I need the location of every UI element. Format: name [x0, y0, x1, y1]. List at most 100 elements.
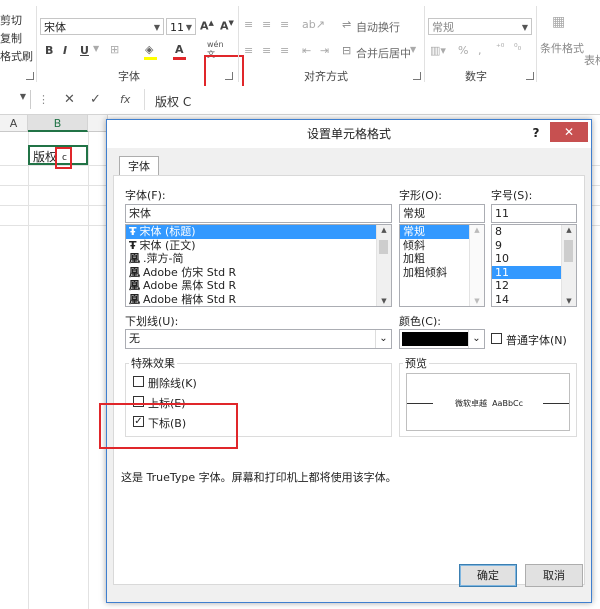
cancel-icon[interactable]: ✕ [64, 92, 75, 107]
cancel-button[interactable]: 取消 [525, 564, 583, 587]
copy-button[interactable]: 复制 [0, 30, 22, 46]
font-label: 字体(F): [125, 189, 166, 202]
font-size-list-scrollbar[interactable]: ▲ ▼ [561, 225, 576, 306]
format-as-table-button[interactable]: 表格 [584, 52, 600, 68]
increase-font-icon[interactable]: A▲ [200, 19, 214, 33]
color-picker[interactable]: ⌄ [399, 329, 485, 349]
close-button[interactable]: ✕ [550, 122, 588, 142]
font-style-list-scrollbar[interactable]: ▲ ▼ [469, 225, 484, 306]
tab-font[interactable]: 字体 [119, 156, 159, 176]
align-left-icon[interactable]: ≡ [244, 44, 253, 57]
ok-button[interactable]: 确定 [459, 564, 517, 587]
column-header-c[interactable] [88, 115, 108, 132]
clipboard-launcher-icon[interactable] [26, 72, 34, 80]
preview-text: 微软卓越 AaBbCc [455, 399, 524, 408]
italic-button[interactable]: I [63, 44, 67, 57]
merge-icon[interactable]: ⊟ [342, 44, 351, 57]
wrap-text-button[interactable]: 自动换行 [356, 19, 400, 35]
font-list[interactable]: Ŧ 宋体 (标题) Ŧ 宋体 (正文) 凰 .萍方-简凰 Adobe 仿宋 Std R 凰 Ad… [125, 224, 392, 307]
format-painter-button[interactable]: 格式刷 [0, 48, 33, 64]
dialog-title-text: 设置单元格格式 [306, 127, 391, 141]
cut-button[interactable]: 剪切 [0, 12, 22, 28]
strikethrough-checkbox[interactable] [133, 376, 144, 387]
column-header-b[interactable]: B [28, 115, 88, 132]
chevron-down-icon[interactable]: ▼ [410, 45, 416, 54]
normal-font-checkbox[interactable] [491, 333, 502, 344]
number-launcher-icon[interactable] [526, 72, 534, 80]
font-name-combo[interactable]: 宋体 ▼ [40, 18, 164, 35]
number-format-value: 常规 [432, 21, 454, 34]
grid-line [28, 132, 29, 609]
font-style-list[interactable]: 常规 倾斜 加粗 加粗倾斜 ▲ ▼ [399, 224, 485, 307]
underline-button[interactable]: U [80, 44, 89, 57]
scroll-down-icon[interactable]: ▼ [562, 297, 576, 305]
insert-function-button[interactable]: fx [120, 93, 130, 106]
list-item[interactable]: 凰 .萍方-简 [126, 252, 391, 266]
list-item[interactable]: 凰 Adobe 黑体 Std R [126, 279, 391, 293]
font-type-icon: Ŧ [129, 238, 137, 252]
scroll-down-icon[interactable]: ▼ [377, 297, 391, 305]
align-center-icon[interactable]: ≡ [262, 44, 271, 57]
underline-select[interactable]: 无 ⌄ [125, 329, 392, 349]
scroll-up-icon[interactable]: ▲ [377, 226, 391, 234]
list-item[interactable]: 凰 Adobe 仿宋 Std R [126, 266, 391, 280]
decrease-decimal-icon[interactable]: ⁰₀ [514, 43, 521, 53]
color-swatch [402, 332, 468, 346]
column-header-a[interactable]: A [0, 115, 28, 132]
align-middle-icon[interactable]: ≡ [262, 18, 271, 31]
list-item[interactable]: 凰 Adobe 楷体 Std R [126, 293, 391, 307]
formula-input[interactable]: 版权 C [155, 93, 191, 110]
font-size-list[interactable]: 8 9 10 11 12 14 ▲ ▼ [491, 224, 577, 307]
font-name-value: 宋体 [44, 21, 66, 34]
font-list-scrollbar[interactable]: ▲ ▼ [376, 225, 391, 306]
conditional-format-icon[interactable]: ▦ [552, 14, 565, 30]
list-item[interactable]: Ŧ 宋体 (正文) [126, 239, 391, 253]
number-format-combo[interactable]: 常规 ▼ [428, 18, 532, 35]
font-color-icon[interactable]: A [175, 43, 184, 56]
decrease-indent-icon[interactable]: ⇤ [302, 44, 311, 57]
orientation-icon[interactable]: ab↗ [302, 18, 325, 31]
border-icon[interactable]: ⊞ [110, 43, 119, 56]
cell-text: 版权 [33, 150, 58, 164]
more-icon: ⋮ [38, 93, 49, 106]
scroll-thumb[interactable] [564, 240, 573, 262]
comma-button[interactable]: , [478, 44, 482, 57]
font-type-icon: Ŧ [129, 225, 137, 238]
align-bottom-icon[interactable]: ≡ [280, 18, 289, 31]
list-item-label: 14 [495, 292, 509, 306]
scroll-up-icon[interactable]: ▲ [562, 226, 576, 234]
decrease-font-icon[interactable]: A▼ [220, 19, 234, 33]
align-launcher-icon[interactable] [413, 72, 421, 80]
list-item[interactable]: Ŧ 宋体 (标题) [126, 225, 391, 239]
align-right-icon[interactable]: ≡ [280, 44, 289, 57]
preview-box: 微软卓越 AaBbCc [406, 373, 570, 431]
fill-color-icon[interactable]: ◈ [145, 43, 153, 56]
bold-button[interactable]: B [45, 44, 53, 57]
help-button[interactable]: ? [525, 123, 547, 143]
scroll-up-icon[interactable]: ▲ [470, 226, 484, 234]
list-item-label: 11 [495, 265, 509, 279]
conditional-format-button[interactable]: 条件格式 [540, 40, 584, 56]
font-group-label: 字体 [118, 70, 140, 83]
font-size-input[interactable]: 11 [491, 204, 577, 223]
list-item-label: 宋体 (标题) [139, 225, 196, 238]
group-separator [238, 6, 239, 82]
align-top-icon[interactable]: ≡ [244, 18, 253, 31]
font-size-combo[interactable]: 11 ▼ [166, 18, 196, 35]
chevron-down-icon[interactable]: ▼ [93, 44, 99, 53]
increase-decimal-icon[interactable]: ⁺⁰ [496, 43, 504, 53]
strikethrough-label: 删除线(K) [148, 377, 197, 390]
currency-icon[interactable]: ▥▾ [430, 44, 446, 57]
font-style-input[interactable]: 常规 [399, 204, 485, 223]
font-input[interactable]: 宋体 [125, 204, 392, 223]
normal-font-label: 普通字体(N) [506, 334, 567, 347]
merge-center-button[interactable]: 合并后居中 [356, 45, 411, 61]
name-box[interactable]: ▼ [0, 90, 31, 109]
enter-icon[interactable]: ✓ [90, 92, 101, 107]
increase-indent-icon[interactable]: ⇥ [320, 44, 329, 57]
scroll-down-icon[interactable]: ▼ [470, 297, 484, 305]
divider [144, 89, 145, 110]
wrap-text-icon[interactable]: ⇌ [342, 18, 351, 31]
scroll-thumb[interactable] [379, 240, 388, 254]
percent-button[interactable]: % [458, 44, 468, 57]
